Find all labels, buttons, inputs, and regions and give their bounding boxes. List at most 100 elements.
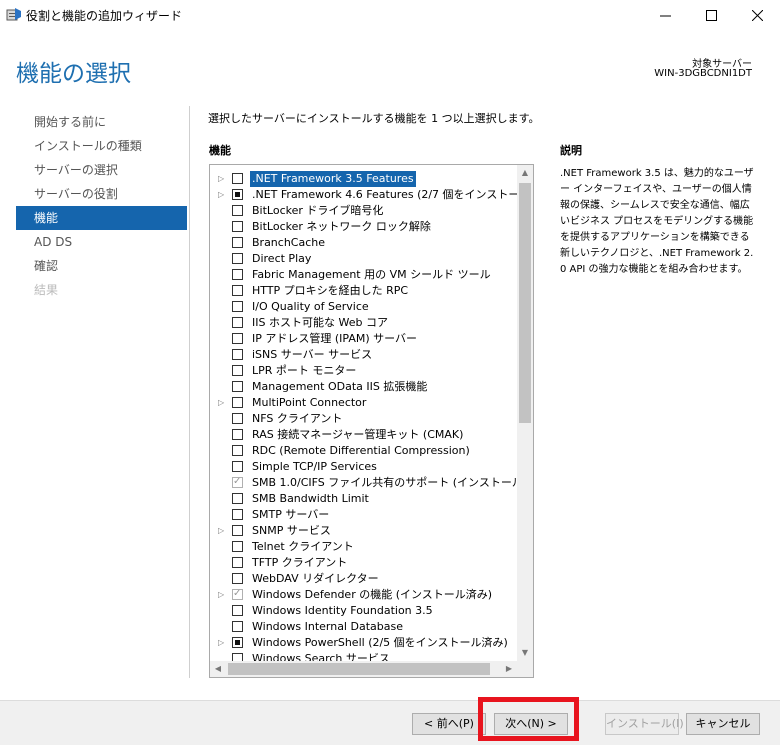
feature-row[interactable]: SMB Bandwidth Limit (210, 491, 518, 507)
feature-checkbox[interactable] (232, 269, 243, 280)
expand-arrow-icon[interactable]: ▷ (218, 395, 226, 411)
feature-checkbox[interactable] (232, 349, 243, 360)
feature-checkbox[interactable] (232, 605, 243, 616)
feature-label[interactable]: Windows PowerShell (2/5 個をインストール済み) (252, 635, 508, 651)
cancel-button[interactable]: キャンセル (686, 713, 760, 735)
feature-checkbox[interactable] (232, 365, 243, 376)
previous-button[interactable]: < 前へ(P) (412, 713, 486, 735)
expand-arrow-icon[interactable]: ▷ (218, 523, 226, 539)
feature-label[interactable]: I/O Quality of Service (252, 299, 369, 315)
feature-label[interactable]: LPR ポート モニター (252, 363, 356, 379)
scroll-up-icon[interactable]: ▲ (517, 165, 533, 181)
feature-checkbox[interactable] (232, 429, 243, 440)
feature-checkbox[interactable] (232, 557, 243, 568)
feature-checkbox[interactable] (232, 525, 243, 536)
feature-checkbox[interactable] (232, 205, 243, 216)
feature-row[interactable]: Windows Internal Database (210, 619, 518, 635)
feature-row[interactable]: I/O Quality of Service (210, 299, 518, 315)
feature-label[interactable]: SMB Bandwidth Limit (252, 491, 369, 507)
feature-label[interactable]: RDC (Remote Differential Compression) (252, 443, 470, 459)
nav-item[interactable]: AD DS (16, 230, 187, 254)
feature-checkbox[interactable] (232, 189, 243, 200)
feature-row[interactable]: ▷ SNMP サービス (210, 523, 518, 539)
feature-label[interactable]: IP アドレス管理 (IPAM) サーバー (252, 331, 417, 347)
feature-label[interactable]: BranchCache (252, 235, 325, 251)
feature-checkbox[interactable] (232, 253, 243, 264)
feature-checkbox[interactable] (232, 301, 243, 312)
feature-row[interactable]: IIS ホスト可能な Web コア (210, 315, 518, 331)
feature-checkbox[interactable] (232, 285, 243, 296)
feature-label[interactable]: NFS クライアント (252, 411, 342, 427)
feature-label[interactable]: Simple TCP/IP Services (252, 459, 377, 475)
feature-row[interactable]: TFTP クライアント (210, 555, 518, 571)
feature-label[interactable]: IIS ホスト可能な Web コア (252, 315, 388, 331)
feature-label[interactable]: Management OData IIS 拡張機能 (252, 379, 427, 395)
horizontal-scroll-thumb[interactable] (228, 663, 490, 675)
feature-checkbox[interactable] (232, 317, 243, 328)
feature-label[interactable]: Windows Defender の機能 (インストール済み) (252, 587, 492, 603)
horizontal-scrollbar[interactable]: ◀ ▶ (210, 661, 517, 677)
maximize-button[interactable] (692, 0, 730, 30)
feature-label[interactable]: BitLocker ドライブ暗号化 (252, 203, 383, 219)
feature-row[interactable]: Direct Play (210, 251, 518, 267)
feature-checkbox[interactable] (232, 381, 243, 392)
feature-row[interactable]: Telnet クライアント (210, 539, 518, 555)
minimize-button[interactable] (646, 0, 684, 30)
feature-label[interactable]: Windows Identity Foundation 3.5 (252, 603, 433, 619)
install-button[interactable]: インストール(I) (605, 713, 684, 735)
feature-label[interactable]: TFTP クライアント (252, 555, 347, 571)
feature-row[interactable]: iSNS サーバー サービス (210, 347, 518, 363)
feature-label[interactable]: MultiPoint Connector (252, 395, 366, 411)
feature-label[interactable]: iSNS サーバー サービス (252, 347, 372, 363)
feature-label[interactable]: .NET Framework 4.6 Features (2/7 個をインストー… (252, 187, 533, 203)
feature-checkbox[interactable] (232, 237, 243, 248)
scroll-right-icon[interactable]: ▶ (501, 661, 517, 677)
feature-checkbox[interactable] (232, 333, 243, 344)
scroll-left-icon[interactable]: ◀ (210, 661, 226, 677)
feature-row[interactable]: SMTP サーバー (210, 507, 518, 523)
nav-item[interactable]: サーバーの役割 (16, 182, 187, 206)
feature-row[interactable]: Management OData IIS 拡張機能 (210, 379, 518, 395)
feature-checkbox[interactable] (232, 461, 243, 472)
feature-checkbox[interactable] (232, 621, 243, 632)
expand-arrow-icon[interactable]: ▷ (218, 171, 226, 187)
feature-checkbox[interactable] (232, 413, 243, 424)
feature-row[interactable]: IP アドレス管理 (IPAM) サーバー (210, 331, 518, 347)
feature-row[interactable]: LPR ポート モニター (210, 363, 518, 379)
feature-row[interactable]: RAS 接続マネージャー管理キット (CMAK) (210, 427, 518, 443)
feature-row[interactable]: ▷ Windows Defender の機能 (インストール済み) (210, 587, 518, 603)
feature-row[interactable]: Simple TCP/IP Services (210, 459, 518, 475)
feature-label[interactable]: HTTP プロキシを経由した RPC (252, 283, 408, 299)
feature-label[interactable]: SNMP サービス (252, 523, 331, 539)
feature-row[interactable]: ▷ .NET Framework 4.6 Features (2/7 個をインスト… (210, 187, 533, 203)
nav-item[interactable]: サーバーの選択 (16, 158, 187, 182)
expand-arrow-icon[interactable]: ▷ (218, 587, 226, 603)
feature-row[interactable]: ▷ Windows PowerShell (2/5 個をインストール済み) (210, 635, 518, 651)
feature-checkbox[interactable] (232, 509, 243, 520)
feature-row[interactable]: WebDAV リダイレクター (210, 571, 518, 587)
nav-item[interactable]: インストールの種類 (16, 134, 187, 158)
close-button[interactable] (738, 0, 776, 30)
feature-label[interactable]: Fabric Management 用の VM シールド ツール (252, 267, 491, 283)
feature-checkbox[interactable] (232, 573, 243, 584)
feature-checkbox[interactable] (232, 493, 243, 504)
feature-label[interactable]: SMB 1.0/CIFS ファイル共有のサポート (インストール済み) (252, 475, 533, 491)
feature-checkbox[interactable] (232, 173, 243, 184)
feature-row[interactable]: SMB 1.0/CIFS ファイル共有のサポート (インストール済み) (210, 475, 533, 491)
nav-item[interactable]: 開始する前に (16, 110, 187, 134)
feature-row[interactable]: ▷ MultiPoint Connector (210, 395, 518, 411)
vertical-scroll-thumb[interactable] (519, 183, 531, 423)
feature-label[interactable]: Direct Play (252, 251, 311, 267)
feature-checkbox[interactable] (232, 637, 243, 648)
nav-item[interactable]: 機能 (16, 206, 187, 230)
vertical-scrollbar[interactable]: ▲ ▼ (517, 165, 533, 661)
feature-row[interactable]: RDC (Remote Differential Compression) (210, 443, 518, 459)
feature-label[interactable]: SMTP サーバー (252, 507, 329, 523)
feature-checkbox[interactable] (232, 445, 243, 456)
feature-row[interactable]: HTTP プロキシを経由した RPC (210, 283, 518, 299)
feature-row[interactable]: Fabric Management 用の VM シールド ツール (210, 267, 518, 283)
feature-row[interactable]: NFS クライアント (210, 411, 518, 427)
feature-row[interactable]: BitLocker ネットワーク ロック解除 (210, 219, 518, 235)
feature-checkbox[interactable] (232, 397, 243, 408)
feature-label[interactable]: RAS 接続マネージャー管理キット (CMAK) (252, 427, 463, 443)
